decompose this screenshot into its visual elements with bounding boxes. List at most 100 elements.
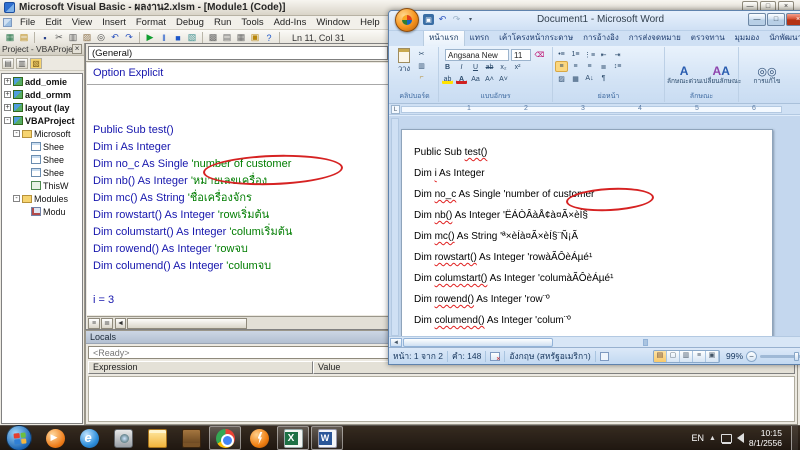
bullets-icon[interactable]: •≡ xyxy=(555,49,568,60)
run-icon[interactable]: ▶ xyxy=(144,32,156,44)
general-dropdown[interactable]: (General) xyxy=(88,46,388,60)
tree-item-shee[interactable]: Shee xyxy=(2,166,82,179)
underline-icon[interactable]: U xyxy=(469,62,482,73)
taskbar-item-snipping-tool[interactable] xyxy=(107,426,139,450)
ribbon-tab-thai[interactable]: การอ้างอิง xyxy=(578,31,624,46)
scroll-left-arrow[interactable]: ◄ xyxy=(115,318,126,329)
ribbon-tab-thai[interactable]: แทรก xyxy=(465,31,495,46)
editing-button[interactable]: ◎◎ การแก้ไข xyxy=(754,65,781,85)
word-restore-button[interactable]: □ xyxy=(767,13,785,26)
sort-icon[interactable]: A↓ xyxy=(583,73,596,84)
ribbon-tab-thai[interactable]: นักพัฒนา xyxy=(764,31,800,46)
ribbon-tab-thai[interactable]: หน้าแรก xyxy=(423,31,465,46)
show-marks-icon[interactable]: ¶ xyxy=(597,73,610,84)
vba-menu-debug[interactable]: Debug xyxy=(171,16,209,29)
zoom-out-icon[interactable]: − xyxy=(746,351,757,362)
numbering-icon[interactable]: 1≡ xyxy=(569,49,582,60)
redo-icon[interactable]: ↷ xyxy=(123,32,135,44)
word-horizontal-scrollbar[interactable]: ◄ xyxy=(389,336,800,347)
vba-menu-file[interactable]: File xyxy=(15,16,40,29)
vertical-ruler[interactable] xyxy=(391,118,399,336)
zoom-level[interactable]: 99% xyxy=(726,351,743,361)
strikethrough-icon[interactable]: ab xyxy=(483,62,496,73)
view-code-icon[interactable]: ▤ xyxy=(2,58,14,69)
procedure-view-button[interactable]: ≡ xyxy=(88,318,100,329)
start-button[interactable] xyxy=(6,425,32,450)
word-count[interactable]: คำ: 148 xyxy=(452,349,481,363)
hscroll-thumb[interactable] xyxy=(403,338,553,347)
network-icon[interactable] xyxy=(721,434,732,443)
decrease-indent-icon[interactable]: ⇤ xyxy=(597,49,610,60)
align-left-icon[interactable]: ≡ xyxy=(555,61,568,72)
reset-icon[interactable]: ■ xyxy=(172,32,184,44)
tree-item-vbaproject[interactable]: -VBAProject xyxy=(2,114,82,127)
design-mode-icon[interactable]: ▧ xyxy=(186,32,198,44)
vba-menu-addins[interactable]: Add-Ins xyxy=(269,16,312,29)
word-titlebar[interactable]: ▣ ↶ ↷ ▾ Document1 - Microsoft Word — □ × xyxy=(389,11,800,31)
document-page[interactable]: Public Sub test()Dim i As IntegerDim no_… xyxy=(401,129,773,336)
tab-selector[interactable]: L xyxy=(391,105,400,114)
break-icon[interactable]: ‖ xyxy=(158,32,170,44)
font-color-icon[interactable]: A xyxy=(455,74,468,85)
format-painter-icon[interactable]: ⌐ xyxy=(415,72,428,83)
copy-icon[interactable]: ▥ xyxy=(67,32,79,44)
word-close-button[interactable]: × xyxy=(786,13,800,26)
zoom-slider-thumb[interactable] xyxy=(794,352,799,361)
outline-view-button[interactable]: ≡ xyxy=(693,351,706,362)
horizontal-ruler[interactable]: L 123456 xyxy=(389,104,800,115)
tree-item-addomie[interactable]: +add_omie xyxy=(2,75,82,88)
tree-item-modules[interactable]: -Modules xyxy=(2,192,82,205)
hidden-icons-arrow[interactable]: ▲ xyxy=(709,435,716,442)
copy-icon[interactable]: ▥ xyxy=(415,60,428,71)
cut-icon[interactable]: ✂ xyxy=(53,32,65,44)
expand-icon[interactable]: + xyxy=(4,78,11,85)
paste-icon[interactable]: ▨ xyxy=(81,32,93,44)
vba-menu-help[interactable]: Help xyxy=(355,16,385,29)
undo-icon[interactable]: ↶ xyxy=(109,32,121,44)
shrink-font-icon[interactable]: A˅ xyxy=(497,74,510,85)
taskbar-item-file-explorer[interactable] xyxy=(141,426,173,450)
tree-item-microsoft[interactable]: -Microsoft xyxy=(2,127,82,140)
view-excel-icon[interactable]: ▦ xyxy=(4,32,16,44)
vba-menu-tools[interactable]: Tools xyxy=(236,16,268,29)
language-bar[interactable]: EN xyxy=(691,433,704,443)
tree-item-layoutlay[interactable]: +layout (lay xyxy=(2,101,82,114)
collapse-icon[interactable]: - xyxy=(4,117,11,124)
find-icon[interactable]: ◎ xyxy=(95,32,107,44)
toggle-folders-icon[interactable]: ▧ xyxy=(30,58,42,69)
clock[interactable]: 10:15 8/1/2556 xyxy=(749,428,782,448)
word-minimize-button[interactable]: — xyxy=(748,13,766,26)
volume-icon[interactable] xyxy=(737,433,744,443)
change-styles-button[interactable]: AA เปลี่ยนลักษณะ xyxy=(701,64,741,85)
taskbar-item-excel[interactable] xyxy=(277,426,309,450)
save-icon[interactable]: ▪ xyxy=(39,32,51,44)
vba-menu-window[interactable]: Window xyxy=(311,16,355,29)
expand-icon[interactable]: + xyxy=(4,104,11,111)
line-spacing-icon[interactable]: ↕≡ xyxy=(611,61,624,72)
italic-icon[interactable]: I xyxy=(455,62,468,73)
tree-item-addormm[interactable]: +add_ormm xyxy=(2,88,82,101)
taskbar-item-flash-app[interactable] xyxy=(243,426,275,450)
subscript-icon[interactable]: x₂ xyxy=(497,62,510,73)
code-horizontal-scrollbar[interactable] xyxy=(127,318,247,329)
page-indicator[interactable]: หน้า: 1 จาก 2 xyxy=(393,349,443,363)
grow-font-icon[interactable]: A˄ xyxy=(483,74,496,85)
object-browser-icon[interactable]: ▦ xyxy=(235,32,247,44)
align-center-icon[interactable]: ≡ xyxy=(569,61,582,72)
toolbox-icon[interactable]: ▣ xyxy=(249,32,261,44)
zoom-slider[interactable] xyxy=(760,355,800,358)
vba-menu-run[interactable]: Run xyxy=(209,16,236,29)
font-name-combo[interactable]: Angsana New xyxy=(445,49,509,61)
collapse-icon[interactable]: - xyxy=(13,130,20,137)
quick-styles-button[interactable]: A ลักษณะด่วน xyxy=(667,64,701,85)
tree-item-thisw[interactable]: ThisW xyxy=(2,179,82,192)
superscript-icon[interactable]: x² xyxy=(511,62,524,73)
taskbar-item-archive-app[interactable] xyxy=(175,426,207,450)
vba-menu-edit[interactable]: Edit xyxy=(40,16,66,29)
project-panel-close-icon[interactable]: × xyxy=(72,44,82,54)
help-icon[interactable]: ? xyxy=(263,32,275,44)
align-right-icon[interactable]: ≡ xyxy=(583,61,596,72)
view-object-icon[interactable]: ▥ xyxy=(16,58,28,69)
tree-item-modu[interactable]: Modu xyxy=(2,205,82,218)
tree-item-shee[interactable]: Shee xyxy=(2,140,82,153)
